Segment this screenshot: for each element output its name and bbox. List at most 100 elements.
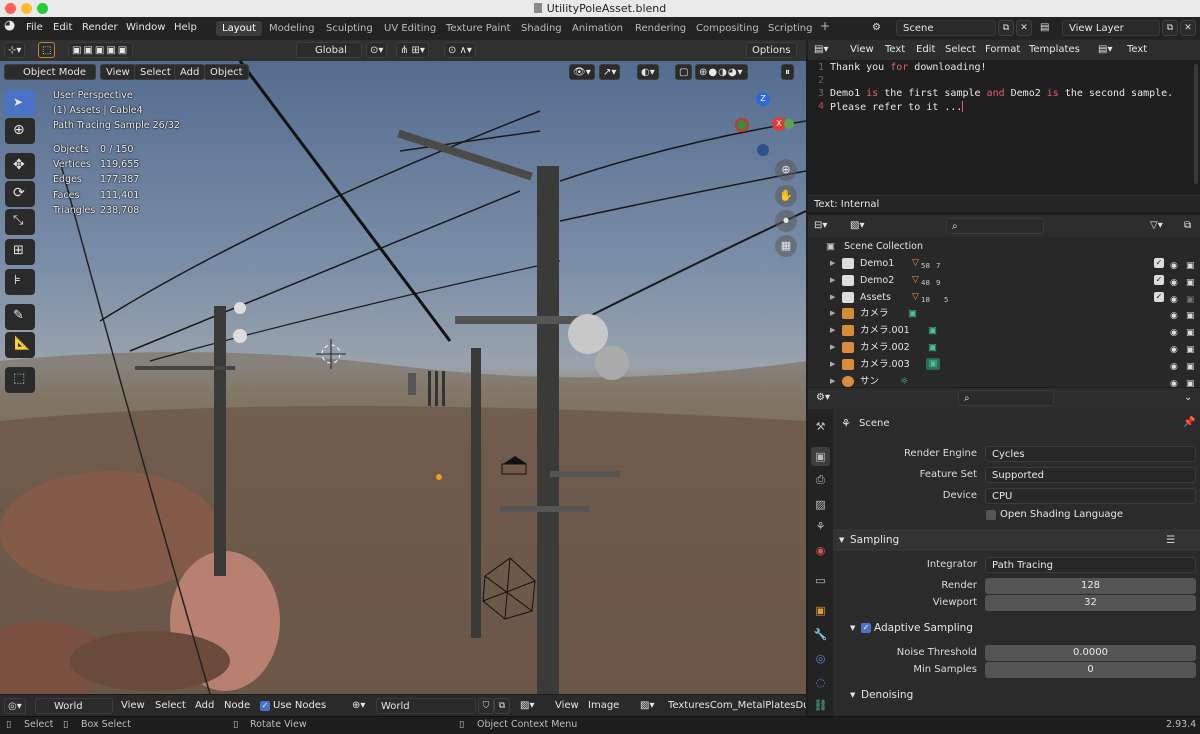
text-editor-type-icon[interactable]: ▤▾ <box>814 43 828 57</box>
scene-icon[interactable]: ⚙ <box>872 21 881 35</box>
pivot-icon[interactable]: ⊙▾ <box>366 42 388 58</box>
tool-cursor[interactable]: ⊕ <box>5 118 35 144</box>
outliner-row-assets[interactable]: ▶ Assets ▽ 18 5 ✓ ◉ ▣ <box>808 289 1200 306</box>
view-layer-tab-icon[interactable]: ▨ <box>811 495 830 514</box>
render-tab-icon[interactable]: ▣ <box>811 447 830 466</box>
world-globe-icon[interactable]: ⊕▾ <box>352 699 365 713</box>
min-samples-field[interactable]: 0 <box>985 662 1196 678</box>
expand-arrow-icon[interactable]: ▶ <box>830 255 835 272</box>
tab-layout[interactable]: Layout <box>216 21 262 36</box>
adaptive-sampling-header[interactable]: ▼ ✓ Adaptive Sampling <box>833 617 1200 639</box>
text-menu-edit[interactable]: Edit <box>916 43 935 57</box>
expand-arrow-icon[interactable]: ▶ <box>830 373 835 387</box>
world-type-dropdown[interactable]: World <box>35 698 113 714</box>
output-tab-icon[interactable]: ⎙ <box>811 470 830 489</box>
new-scene-icon[interactable]: ⧉ <box>998 20 1014 36</box>
minimize-window-button[interactable] <box>21 3 32 14</box>
bottom-menu-add[interactable]: Add <box>195 699 214 713</box>
sampling-panel-header[interactable]: ▼ Sampling ☰ <box>833 529 1200 551</box>
vp-menu-object[interactable]: Object <box>204 64 249 80</box>
delete-view-layer-icon[interactable]: ✕ <box>1180 20 1196 36</box>
new-collection-icon[interactable]: ⧉ <box>1184 219 1191 233</box>
collection-tab-icon[interactable]: ▭ <box>811 571 830 590</box>
tab-sculpting[interactable]: Sculpting <box>320 21 379 36</box>
text-editor-body[interactable]: 1 3 2 4 Thank you for downloading! Demo1… <box>808 60 1200 195</box>
device-dropdown[interactable]: CPU <box>985 488 1196 504</box>
gizmo-y-axis[interactable] <box>735 118 749 132</box>
outliner-row-camera[interactable]: ▶ カメラ ▣ ◉ ▣ <box>808 305 1200 322</box>
editor-type-icon[interactable]: ⊹▾ <box>4 42 26 58</box>
osl-checkbox[interactable] <box>986 510 996 520</box>
xray-icon[interactable]: ▢ <box>675 64 693 80</box>
pin-icon[interactable]: 📌 <box>1183 417 1195 428</box>
exclude-checkbox[interactable]: ✓ <box>1154 258 1164 268</box>
text-scrollbar[interactable] <box>1194 64 1198 184</box>
display-mode-icon[interactable]: ▨▾ <box>850 219 864 233</box>
bottom-menu-select[interactable]: Select <box>155 699 186 713</box>
expand-arrow-icon[interactable]: ▶ <box>830 289 835 306</box>
scene-field[interactable]: Scene <box>896 20 996 36</box>
image-editor-type-icon[interactable]: ▨▾ <box>520 699 534 713</box>
text-menu-view[interactable]: View <box>850 43 874 57</box>
tab-scripting[interactable]: Scripting <box>762 21 818 36</box>
eye-icon[interactable]: ◉ <box>1170 376 1178 387</box>
bottom-menu-view[interactable]: View <box>121 699 145 713</box>
selection-mode-icons[interactable]: ▣▣▣▣▣ <box>68 42 134 58</box>
image-browse-icon[interactable]: ▨▾ <box>640 699 654 713</box>
image-menu-view[interactable]: View <box>555 699 579 713</box>
overlay-toggle-icon[interactable]: ◐▾ <box>637 64 659 80</box>
physics-tab-icon[interactable]: ◌ <box>811 673 830 692</box>
blender-logo-icon[interactable]: ◕ <box>4 19 15 33</box>
tool-measure[interactable]: 📐 <box>5 332 35 358</box>
bottom-menu-node[interactable]: Node <box>224 699 250 713</box>
gizmo-toggle-icon[interactable]: ↗▾ <box>599 64 621 80</box>
vp-menu-add[interactable]: Add <box>174 64 206 80</box>
render-samples-field[interactable]: 128 <box>985 578 1196 594</box>
view-layer-icon[interactable]: ▤ <box>1040 21 1049 35</box>
adaptive-sampling-checkbox[interactable]: ✓ <box>861 623 871 633</box>
tab-modeling[interactable]: Modeling <box>263 21 321 36</box>
particles-tab-icon[interactable]: ◎ <box>811 649 830 668</box>
close-window-button[interactable] <box>5 3 16 14</box>
view-layer-field[interactable]: View Layer <box>1062 20 1160 36</box>
render-engine-dropdown[interactable]: Cycles <box>985 446 1196 462</box>
zoom-icon[interactable]: ⊕ <box>775 159 797 181</box>
editor-type-icon[interactable]: ◎▾ <box>4 698 26 714</box>
tool-scale[interactable]: ⤡ <box>5 209 35 235</box>
outliner-editor-type-icon[interactable]: ⊟▾ <box>814 219 827 233</box>
expand-arrow-icon[interactable]: ▶ <box>830 356 835 373</box>
tool-move[interactable]: ✥ <box>5 153 35 179</box>
text-menu-templates[interactable]: Templates <box>1029 43 1080 57</box>
outliner-scene-collection[interactable]: ▣ Scene Collection <box>808 238 1200 255</box>
tab-uv-editing[interactable]: UV Editing <box>378 21 442 36</box>
expand-arrow-icon[interactable]: ▶ <box>830 322 835 339</box>
tool-transform[interactable]: ⊞ <box>5 239 35 265</box>
filter-icon[interactable]: ▽▾ <box>1150 219 1163 233</box>
use-nodes-checkbox[interactable]: ✓ <box>260 701 270 711</box>
menu-window[interactable]: Window <box>126 21 165 35</box>
menu-file[interactable]: File <box>26 21 43 35</box>
text-browse-icon[interactable]: ▤▾ <box>1098 43 1112 57</box>
camera-render-icon[interactable]: ▣ <box>1186 376 1195 387</box>
gizmo-neg-z[interactable] <box>757 144 769 156</box>
integrator-dropdown[interactable]: Path Tracing <box>985 557 1196 573</box>
gizmo-neg-y[interactable] <box>784 119 794 129</box>
menu-edit[interactable]: Edit <box>53 21 72 35</box>
text-menu-select[interactable]: Select <box>945 43 976 57</box>
options-dropdown[interactable]: Options <box>746 42 797 58</box>
exclude-checkbox[interactable]: ✓ <box>1154 275 1164 285</box>
expand-arrow-icon[interactable]: ▶ <box>830 305 835 322</box>
tool-align[interactable]: ⊧ <box>5 269 35 295</box>
collapse-chevron-icon[interactable]: ⌄ <box>1184 391 1192 405</box>
add-workspace-icon[interactable]: + <box>820 19 830 33</box>
text-menu-text[interactable]: Text <box>885 43 905 57</box>
pause-render-icon[interactable]: ⏸ <box>781 64 794 80</box>
mode-dropdown[interactable]: Object Mode <box>4 64 96 80</box>
vp-menu-view[interactable]: View <box>100 64 136 80</box>
outliner-row-demo1[interactable]: ▶ Demo1 ▽ 58 7 ✓ ◉ ▣ <box>808 255 1200 272</box>
snap-icon[interactable]: ⋔ ⊞▾ <box>396 42 429 58</box>
object-tab-icon[interactable]: ▣ <box>811 601 830 620</box>
viewport-samples-field[interactable]: 32 <box>985 595 1196 611</box>
menu-help[interactable]: Help <box>174 21 197 35</box>
tab-rendering[interactable]: Rendering <box>629 21 692 36</box>
